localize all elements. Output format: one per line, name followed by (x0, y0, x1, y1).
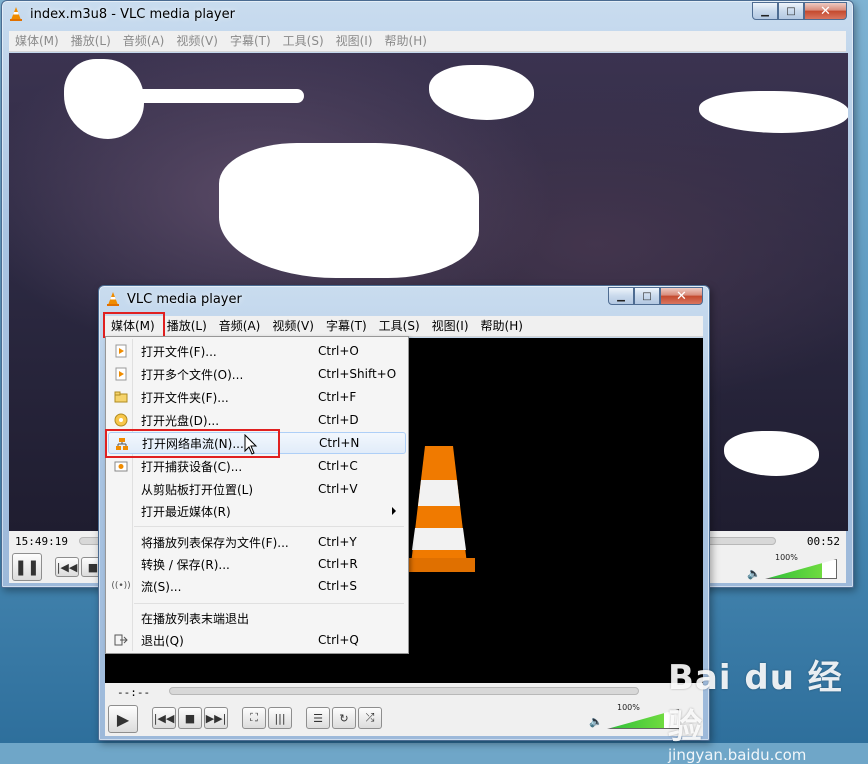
playlist-button[interactable]: ☰ (306, 707, 330, 729)
elapsed-time: 15:49:19 (15, 535, 68, 548)
menu-open-recent-media[interactable]: 打开最近媒体(R) (108, 500, 406, 522)
watermark-logo: Bai du 经验 (668, 658, 843, 747)
volume-percent: 100% (775, 553, 798, 562)
previous-button[interactable]: |◀◀ (55, 557, 79, 577)
menu-tools[interactable]: 工具(S) (277, 31, 330, 51)
files-icon (114, 367, 128, 381)
loop-button[interactable]: ↻ (332, 707, 356, 729)
window-title: index.m3u8 - VLC media player (30, 6, 235, 22)
vlc-cone-logo (405, 446, 475, 572)
network-icon (115, 437, 129, 451)
menu-stream[interactable]: ((•)) 流(S)... Ctrl+S (108, 575, 406, 597)
close-button[interactable]: ✕ (804, 2, 847, 20)
second-menubar: 媒体(M) 播放(L) 音频(A) 视频(V) 字幕(T) 工具(S) 视图(I… (105, 316, 703, 337)
menu-separator (134, 603, 404, 604)
redaction-blob (109, 89, 304, 103)
fullscreen-button[interactable]: ⛶ (242, 707, 266, 729)
play-button[interactable]: ▶ (108, 705, 138, 733)
menu-open-file[interactable]: 打开文件(F)... Ctrl+O (108, 340, 406, 362)
volume-slider[interactable]: 100% (765, 553, 837, 579)
menu-playback[interactable]: 播放(L) (65, 31, 117, 51)
previous-button[interactable]: |◀◀ (152, 707, 176, 729)
menu-help[interactable]: 帮助(H) (379, 31, 433, 51)
disc-icon (114, 413, 128, 427)
submenu-arrow-icon (392, 507, 396, 515)
menu-audio[interactable]: 音频(A) (213, 316, 267, 336)
close-button[interactable]: ✕ (660, 287, 703, 305)
second-titlebar[interactable]: VLC media player ▁ □ ✕ (99, 286, 709, 312)
stop-button[interactable]: ■ (178, 707, 202, 729)
exit-icon (114, 633, 128, 647)
menu-quit[interactable]: 退出(Q) Ctrl+Q (108, 629, 406, 651)
redaction-blob (724, 431, 819, 476)
menu-view[interactable]: 视图(I) (330, 31, 379, 51)
window-title: VLC media player (127, 291, 242, 307)
baidu-watermark: Bai du 经验 jingyan.baidu.com (668, 650, 868, 764)
redaction-blob (699, 91, 848, 133)
menu-quit-at-end-of-playlist[interactable]: 在播放列表末端退出 (108, 607, 406, 629)
second-controls: --:-- ▶ |◀◀ ■ ▶▶| ⛶ ||| ☰ ↻ ⤮ 🔈 100% (105, 683, 703, 736)
volume-icon[interactable]: 🔈 (589, 715, 603, 728)
menu-open-capture-device[interactable]: 打开捕获设备(C)... Ctrl+C (108, 455, 406, 477)
menu-media[interactable]: 媒体(M) (105, 316, 161, 336)
redaction-blob (219, 143, 479, 278)
menu-subtitle[interactable]: 字幕(T) (224, 31, 277, 51)
menu-tools[interactable]: 工具(S) (373, 316, 426, 336)
stream-icon: ((•)) (111, 581, 131, 591)
redaction-blob (429, 65, 534, 120)
menu-open-disc[interactable]: 打开光盘(D)... Ctrl+D (108, 409, 406, 431)
menu-media[interactable]: 媒体(M) (9, 31, 65, 51)
next-button[interactable]: ▶▶| (204, 707, 228, 729)
menu-separator (134, 526, 404, 527)
maximize-button[interactable]: □ (778, 2, 804, 20)
menu-open-folder[interactable]: 打开文件夹(F)... Ctrl+F (108, 386, 406, 408)
extended-settings-button[interactable]: ||| (268, 707, 292, 729)
pause-button[interactable]: ❚❚ (12, 553, 42, 581)
watermark-url: jingyan.baidu.com (668, 746, 807, 764)
menu-audio[interactable]: 音频(A) (117, 31, 171, 51)
menu-help[interactable]: 帮助(H) (475, 316, 529, 336)
vlc-cone-icon (8, 6, 24, 22)
capture-icon (114, 459, 128, 473)
menu-video[interactable]: 视频(V) (266, 316, 320, 336)
main-titlebar[interactable]: index.m3u8 - VLC media player ▁ □ ✕ (2, 1, 853, 27)
minimize-button[interactable]: ▁ (752, 2, 778, 20)
minimize-button[interactable]: ▁ (608, 287, 634, 305)
menu-playback[interactable]: 播放(L) (161, 316, 213, 336)
elapsed-time: --:-- (117, 686, 151, 699)
volume-percent: 100% (617, 703, 640, 712)
menu-convert-save[interactable]: 转换 / 保存(R)... Ctrl+R (108, 553, 406, 575)
shuffle-button[interactable]: ⤮ (358, 707, 382, 729)
media-dropdown-menu: 打开文件(F)... Ctrl+O 打开多个文件(O)... Ctrl+Shif… (105, 336, 409, 654)
vlc-cone-icon (105, 291, 121, 307)
volume-icon[interactable]: 🔈 (747, 567, 761, 580)
remaining-time: 00:52 (806, 535, 840, 548)
file-icon (114, 344, 128, 358)
menu-view[interactable]: 视图(I) (426, 316, 475, 336)
maximize-button[interactable]: □ (634, 287, 660, 305)
main-menubar: 媒体(M) 播放(L) 音频(A) 视频(V) 字幕(T) 工具(S) 视图(I… (9, 31, 846, 52)
menu-open-from-clipboard[interactable]: 从剪贴板打开位置(L) Ctrl+V (108, 478, 406, 500)
mouse-cursor-icon (244, 434, 258, 455)
menu-video[interactable]: 视频(V) (170, 31, 224, 51)
menu-open-multiple-files[interactable]: 打开多个文件(O)... Ctrl+Shift+O (108, 363, 406, 385)
menu-save-playlist[interactable]: 将播放列表保存为文件(F)... Ctrl+Y (108, 531, 406, 553)
folder-icon (114, 390, 128, 404)
seek-bar[interactable] (169, 687, 639, 695)
menu-subtitle[interactable]: 字幕(T) (320, 316, 373, 336)
